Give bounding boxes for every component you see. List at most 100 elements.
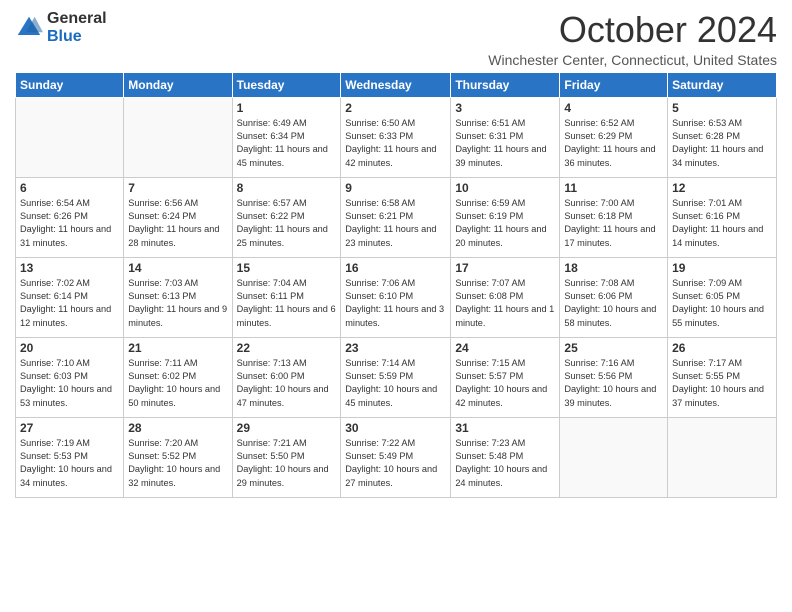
day-number: 18	[564, 261, 663, 275]
day-number: 17	[455, 261, 555, 275]
day-info: Sunrise: 6:50 AM Sunset: 6:33 PM Dayligh…	[345, 117, 446, 170]
calendar-cell: 9 Sunrise: 6:58 AM Sunset: 6:21 PM Daylig…	[341, 177, 451, 257]
day-number: 25	[564, 341, 663, 355]
calendar-cell: 12 Sunrise: 7:01 AM Sunset: 6:16 PM Dayli…	[668, 177, 777, 257]
day-number: 4	[564, 101, 663, 115]
calendar-cell: 31Sunrise: 7:23 AM Sunset: 5:48 PM Dayli…	[451, 417, 560, 497]
day-number: 19	[672, 261, 772, 275]
calendar-cell: 25 Sunrise: 7:16 AM Sunset: 5:56 PM Dayli…	[560, 337, 668, 417]
day-info: Sunrise: 7:23 AM Sunset: 5:48 PM Dayligh…	[455, 437, 555, 490]
day-number: 7	[128, 181, 227, 195]
day-number: 1	[237, 101, 337, 115]
day-info: Sunrise: 7:10 AM Sunset: 6:03 PM Dayligh…	[20, 357, 119, 410]
calendar-cell: 18Sunrise: 7:08 AM Sunset: 6:06 PM Dayli…	[560, 257, 668, 337]
day-number: 29	[237, 421, 337, 435]
day-number: 9	[345, 181, 446, 195]
logo-blue-text: Blue	[47, 28, 107, 46]
day-info: Sunrise: 7:06 AM Sunset: 6:10 PM Dayligh…	[345, 277, 446, 330]
calendar-cell: 20 Sunrise: 7:10 AM Sunset: 6:03 PM Dayli…	[16, 337, 124, 417]
day-number: 20	[20, 341, 119, 355]
calendar-cell: 8 Sunrise: 6:57 AM Sunset: 6:22 PM Daylig…	[232, 177, 341, 257]
day-info: Sunrise: 7:21 AM Sunset: 5:50 PM Dayligh…	[237, 437, 337, 490]
day-number: 2	[345, 101, 446, 115]
day-info: Sunrise: 7:09 AM Sunset: 6:05 PM Dayligh…	[672, 277, 772, 330]
calendar-cell: 10 Sunrise: 6:59 AM Sunset: 6:19 PM Dayli…	[451, 177, 560, 257]
calendar-cell	[560, 417, 668, 497]
day-number: 22	[237, 341, 337, 355]
day-number: 15	[237, 261, 337, 275]
day-number: 6	[20, 181, 119, 195]
day-number: 11	[564, 181, 663, 195]
calendar-cell: 23 Sunrise: 7:14 AM Sunset: 5:59 PM Dayli…	[341, 337, 451, 417]
logo: General Blue	[15, 10, 107, 46]
calendar-cell: 19 Sunrise: 7:09 AM Sunset: 6:05 PM Dayli…	[668, 257, 777, 337]
page-header: General Blue October 2024 Winchester Cen…	[15, 10, 777, 68]
calendar-cell: 11Sunrise: 7:00 AM Sunset: 6:18 PM Dayli…	[560, 177, 668, 257]
page-container: General Blue October 2024 Winchester Cen…	[0, 0, 792, 506]
calendar-cell: 17 Sunrise: 7:07 AM Sunset: 6:08 PM Dayli…	[451, 257, 560, 337]
logo-general-text: General	[47, 10, 107, 28]
calendar-cell: 1Sunrise: 6:49 AM Sunset: 6:34 PM Daylig…	[232, 97, 341, 177]
calendar-header-friday: Friday	[560, 72, 668, 97]
day-info: Sunrise: 7:13 AM Sunset: 6:00 PM Dayligh…	[237, 357, 337, 410]
day-info: Sunrise: 6:54 AM Sunset: 6:26 PM Dayligh…	[20, 197, 119, 250]
calendar-cell: 3 Sunrise: 6:51 AM Sunset: 6:31 PM Daylig…	[451, 97, 560, 177]
day-info: Sunrise: 7:16 AM Sunset: 5:56 PM Dayligh…	[564, 357, 663, 410]
day-number: 13	[20, 261, 119, 275]
calendar-header-thursday: Thursday	[451, 72, 560, 97]
day-info: Sunrise: 6:56 AM Sunset: 6:24 PM Dayligh…	[128, 197, 227, 250]
location-text: Winchester Center, Connecticut, United S…	[488, 52, 777, 68]
day-number: 28	[128, 421, 227, 435]
calendar-cell: 27 Sunrise: 7:19 AM Sunset: 5:53 PM Dayli…	[16, 417, 124, 497]
day-number: 10	[455, 181, 555, 195]
calendar-header-saturday: Saturday	[668, 72, 777, 97]
calendar-cell: 13Sunrise: 7:02 AM Sunset: 6:14 PM Dayli…	[16, 257, 124, 337]
calendar-cell: 28 Sunrise: 7:20 AM Sunset: 5:52 PM Dayli…	[124, 417, 232, 497]
calendar-header-row: SundayMondayTuesdayWednesdayThursdayFrid…	[16, 72, 777, 97]
day-info: Sunrise: 6:59 AM Sunset: 6:19 PM Dayligh…	[455, 197, 555, 250]
day-info: Sunrise: 7:14 AM Sunset: 5:59 PM Dayligh…	[345, 357, 446, 410]
calendar-header-monday: Monday	[124, 72, 232, 97]
day-info: Sunrise: 6:57 AM Sunset: 6:22 PM Dayligh…	[237, 197, 337, 250]
day-info: Sunrise: 6:53 AM Sunset: 6:28 PM Dayligh…	[672, 117, 772, 170]
day-number: 12	[672, 181, 772, 195]
day-info: Sunrise: 6:51 AM Sunset: 6:31 PM Dayligh…	[455, 117, 555, 170]
calendar-cell: 15Sunrise: 7:04 AM Sunset: 6:11 PM Dayli…	[232, 257, 341, 337]
calendar-week-1: 1Sunrise: 6:49 AM Sunset: 6:34 PM Daylig…	[16, 97, 777, 177]
day-info: Sunrise: 7:20 AM Sunset: 5:52 PM Dayligh…	[128, 437, 227, 490]
calendar-cell	[16, 97, 124, 177]
calendar-week-2: 6 Sunrise: 6:54 AM Sunset: 6:26 PM Daylig…	[16, 177, 777, 257]
calendar-cell: 2 Sunrise: 6:50 AM Sunset: 6:33 PM Daylig…	[341, 97, 451, 177]
calendar-cell: 16 Sunrise: 7:06 AM Sunset: 6:10 PM Dayli…	[341, 257, 451, 337]
calendar-header-wednesday: Wednesday	[341, 72, 451, 97]
day-info: Sunrise: 7:11 AM Sunset: 6:02 PM Dayligh…	[128, 357, 227, 410]
calendar-cell	[124, 97, 232, 177]
calendar-cell: 7 Sunrise: 6:56 AM Sunset: 6:24 PM Daylig…	[124, 177, 232, 257]
calendar-header-sunday: Sunday	[16, 72, 124, 97]
day-info: Sunrise: 7:19 AM Sunset: 5:53 PM Dayligh…	[20, 437, 119, 490]
calendar-cell: 4 Sunrise: 6:52 AM Sunset: 6:29 PM Daylig…	[560, 97, 668, 177]
calendar-cell: 5Sunrise: 6:53 AM Sunset: 6:28 PM Daylig…	[668, 97, 777, 177]
calendar-cell: 30 Sunrise: 7:22 AM Sunset: 5:49 PM Dayli…	[341, 417, 451, 497]
logo-text: General Blue	[47, 10, 107, 46]
calendar-cell: 24Sunrise: 7:15 AM Sunset: 5:57 PM Dayli…	[451, 337, 560, 417]
calendar-cell: 6 Sunrise: 6:54 AM Sunset: 6:26 PM Daylig…	[16, 177, 124, 257]
day-number: 27	[20, 421, 119, 435]
title-section: October 2024 Winchester Center, Connecti…	[488, 10, 777, 68]
calendar-table: SundayMondayTuesdayWednesdayThursdayFrid…	[15, 72, 777, 498]
day-info: Sunrise: 7:17 AM Sunset: 5:55 PM Dayligh…	[672, 357, 772, 410]
day-info: Sunrise: 7:07 AM Sunset: 6:08 PM Dayligh…	[455, 277, 555, 330]
day-info: Sunrise: 7:01 AM Sunset: 6:16 PM Dayligh…	[672, 197, 772, 250]
day-number: 8	[237, 181, 337, 195]
day-number: 3	[455, 101, 555, 115]
calendar-header-tuesday: Tuesday	[232, 72, 341, 97]
day-info: Sunrise: 7:22 AM Sunset: 5:49 PM Dayligh…	[345, 437, 446, 490]
day-info: Sunrise: 7:03 AM Sunset: 6:13 PM Dayligh…	[128, 277, 227, 330]
calendar-cell: 22 Sunrise: 7:13 AM Sunset: 6:00 PM Dayli…	[232, 337, 341, 417]
day-info: Sunrise: 6:52 AM Sunset: 6:29 PM Dayligh…	[564, 117, 663, 170]
day-number: 23	[345, 341, 446, 355]
calendar-week-4: 20 Sunrise: 7:10 AM Sunset: 6:03 PM Dayli…	[16, 337, 777, 417]
day-number: 16	[345, 261, 446, 275]
day-number: 30	[345, 421, 446, 435]
day-info: Sunrise: 6:58 AM Sunset: 6:21 PM Dayligh…	[345, 197, 446, 250]
